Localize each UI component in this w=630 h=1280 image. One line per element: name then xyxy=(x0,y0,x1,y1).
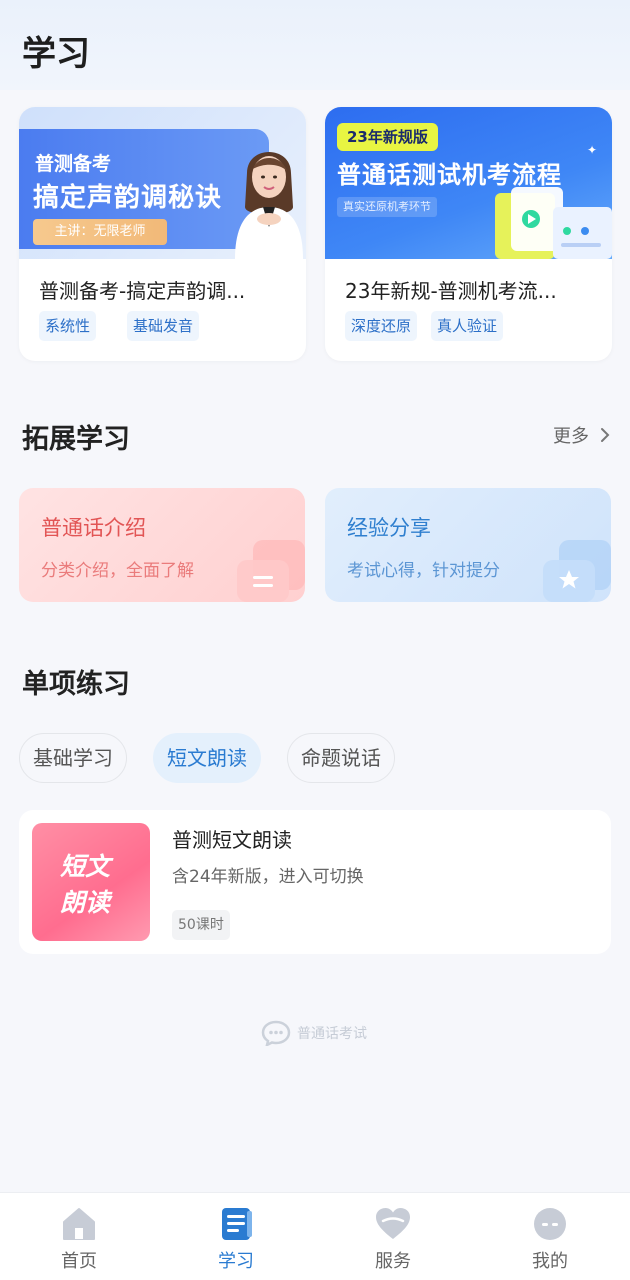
nav-service[interactable]: 服务 xyxy=(333,1193,453,1280)
practice-item-subtitle: 含24年新版，进入可切换 xyxy=(172,867,364,887)
user-face-icon xyxy=(534,1208,566,1240)
footer-brand-label: 普通话考试 xyxy=(297,1026,367,1042)
chevron-right-icon xyxy=(600,428,610,442)
course-tag: 系统性 xyxy=(39,311,97,341)
extension-card-subtitle: 分类介绍，全面了解 xyxy=(41,561,194,581)
lesson-count-badge: 50课时 xyxy=(172,910,230,940)
course-banner-2: 23年新规版 ✦ 普通话测试机考流程 真实还原机考环节 xyxy=(325,107,612,259)
tab-topic-speaking[interactable]: 命题说话 xyxy=(287,733,395,783)
list-icon xyxy=(237,540,305,602)
teacher-portrait xyxy=(235,152,303,259)
footer-brand: 普通话考试 xyxy=(261,1019,367,1047)
nav-label: 我的 xyxy=(532,1251,568,1272)
new-version-badge: 23年新规版 xyxy=(337,123,438,151)
teacher-tag: 主讲：无限老师 xyxy=(33,219,167,245)
banner-line2: 搞定声韵调秘诀 xyxy=(33,183,223,213)
chat-bubble-icon xyxy=(261,1020,291,1046)
nav-profile[interactable]: 我的 xyxy=(490,1193,610,1280)
nav-label: 首页 xyxy=(61,1251,97,1272)
course-tag: 深度还原 xyxy=(345,311,418,341)
course-card-2[interactable]: 23年新规版 ✦ 普通话测试机考流程 真实还原机考环节 23年新规-普测机考流.… xyxy=(325,107,612,361)
extension-card-title: 普通话介绍 xyxy=(41,516,146,540)
extension-section-title: 拓展学习 xyxy=(22,424,130,455)
more-link[interactable]: 更多 xyxy=(553,422,611,448)
nav-label: 服务 xyxy=(375,1251,411,1272)
banner-subtitle: 真实还原机考环节 xyxy=(337,197,437,217)
nav-label: 学习 xyxy=(218,1251,254,1272)
more-label: 更多 xyxy=(553,426,589,447)
course-banner-1: 普测备考 搞定声韵调秘诀 主讲：无限老师 xyxy=(19,107,306,259)
course-card-1[interactable]: 普测备考 搞定声韵调秘诀 主讲：无限老师 普测备考-搞定声韵调... 系统性 基… xyxy=(19,107,306,361)
tab-basic-study[interactable]: 基础学习 xyxy=(19,733,127,783)
extension-card-subtitle: 考试心得，针对提分 xyxy=(347,561,500,581)
course-title: 23年新规-普测机考流... xyxy=(345,279,557,303)
exam-screen-illustration xyxy=(495,187,612,259)
course-tag: 真人验证 xyxy=(431,311,504,341)
banner-title: 普通话测试机考流程 xyxy=(337,161,562,189)
thumb-line1: 短文 xyxy=(60,852,111,881)
header: 学习 xyxy=(0,0,630,90)
practice-section-title: 单项练习 xyxy=(22,669,130,700)
bottom-nav: 首页 学习 服务 我的 xyxy=(0,1192,630,1280)
nav-study[interactable]: 学习 xyxy=(176,1193,296,1280)
practice-thumbnail: 短文 朗读 xyxy=(32,823,150,941)
page-title: 学习 xyxy=(22,34,90,74)
course-title: 普测备考-搞定声韵调... xyxy=(39,279,246,303)
extension-card-experience[interactable]: 经验分享 考试心得，针对提分 xyxy=(325,488,611,602)
extension-card-intro[interactable]: 普通话介绍 分类介绍，全面了解 xyxy=(19,488,305,602)
extension-card-title: 经验分享 xyxy=(347,516,431,540)
thumb-line2: 朗读 xyxy=(60,888,111,917)
tab-passage-reading[interactable]: 短文朗读 xyxy=(153,733,261,783)
star-icon xyxy=(543,540,611,602)
nav-home[interactable]: 首页 xyxy=(19,1193,139,1280)
practice-item-title: 普测短文朗读 xyxy=(172,828,292,852)
heart-icon xyxy=(376,1208,410,1239)
home-icon xyxy=(63,1208,95,1240)
sparkle-icon: ✦ xyxy=(587,143,598,157)
practice-item[interactable]: 短文 朗读 普测短文朗读 含24年新版，进入可切换 50课时 xyxy=(19,810,611,954)
book-icon xyxy=(222,1208,252,1240)
course-tag: 基础发音 xyxy=(127,311,200,341)
banner-line1: 普测备考 xyxy=(35,153,112,175)
